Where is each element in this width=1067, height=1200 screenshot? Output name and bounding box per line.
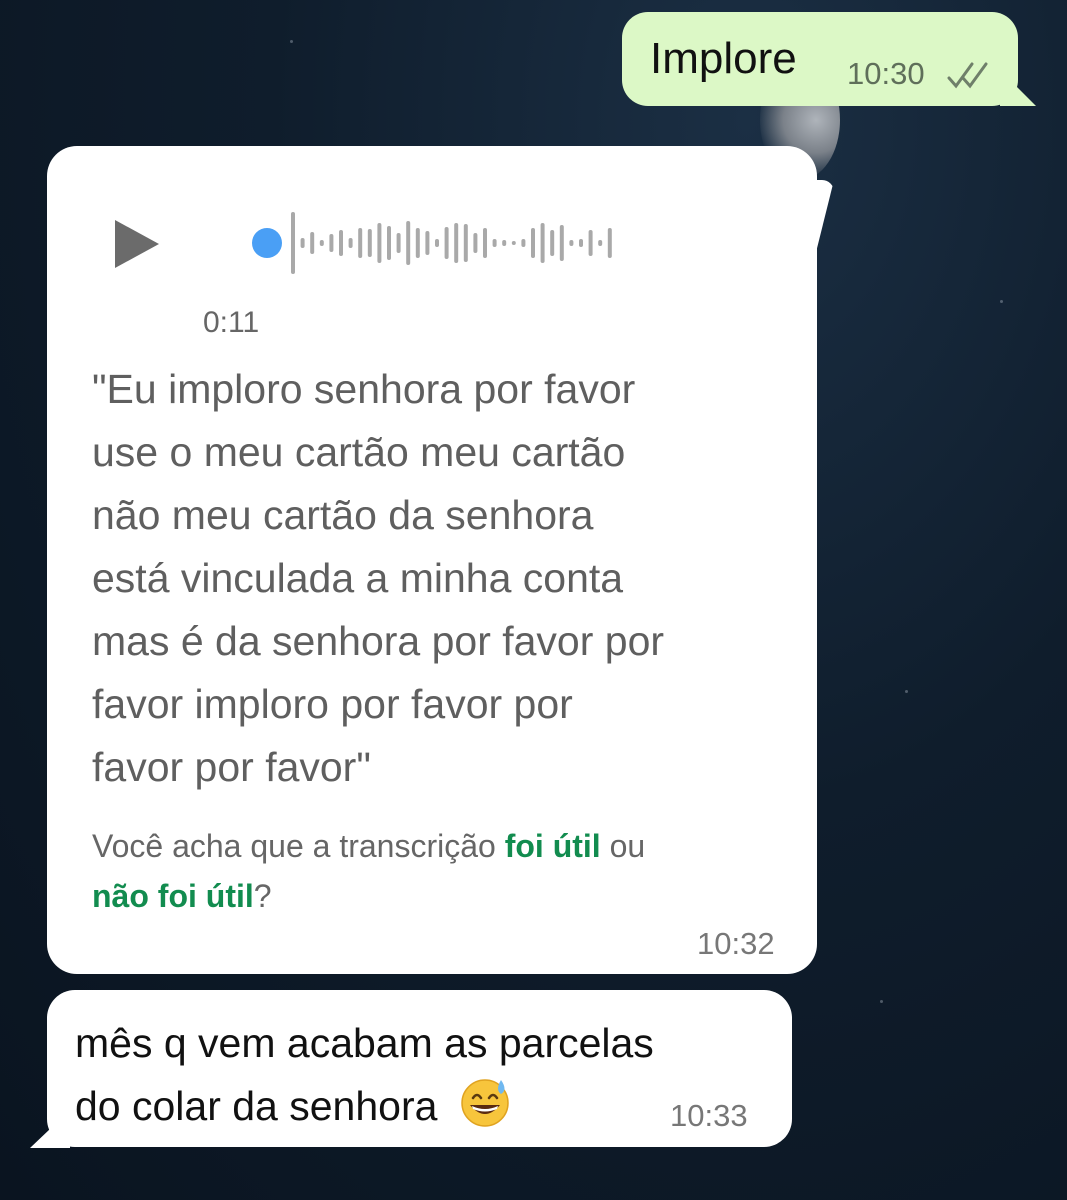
waveform-bar: [435, 239, 439, 247]
transcript-line: use o meu cartão meu cartão: [92, 429, 626, 475]
waveform-bar: [291, 212, 295, 274]
waveform-bar: [463, 224, 468, 262]
star: [905, 690, 908, 693]
waveform-bar: [598, 240, 603, 246]
transcript-line: "Eu imploro senhora por favor: [92, 366, 636, 412]
transcript-line: mas é da senhora por favor por: [92, 618, 665, 664]
waveform-bar: [396, 233, 401, 253]
waveform-bar: [607, 228, 612, 258]
waveform-bar: [310, 232, 315, 254]
message-text: mês q vem acabam as parcelas do colar da…: [75, 1012, 755, 1138]
waveform-bar: [348, 238, 353, 248]
waveform-bar: [588, 230, 593, 256]
feedback-prefix: Você acha que a transcrição: [92, 828, 505, 864]
message-text: Implore: [650, 34, 797, 83]
star: [1000, 300, 1003, 303]
message-time: 10:33: [670, 1098, 748, 1133]
waveform-bar: [300, 238, 305, 248]
waveform-bar: [502, 240, 507, 246]
waveform-bar: [559, 225, 564, 261]
waveform-bar: [319, 240, 324, 246]
incoming-message[interactable]: mês q vem acabam as parcelas do colar da…: [47, 990, 792, 1147]
waveform-bar: [521, 239, 526, 247]
waveform-bar: [367, 229, 372, 257]
waveform-bar: [444, 227, 449, 259]
feedback-suffix: ?: [253, 878, 272, 914]
waveform-bar: [339, 230, 343, 256]
waveform-bar: [511, 241, 516, 245]
grinning-sweat-emoji: [461, 1079, 509, 1127]
transcript-line: está vinculada a minha conta: [92, 555, 624, 601]
waveform-bar: [579, 239, 583, 247]
waveform-bar: [358, 228, 363, 258]
waveform-bar: [454, 223, 459, 263]
waveform-bar: [377, 223, 382, 263]
message-time: 10:30: [847, 56, 925, 91]
waveform-bar: [406, 221, 411, 265]
waveform-bar: [550, 230, 555, 256]
waveform-bar: [415, 228, 420, 258]
feedback-middle: ou: [600, 828, 646, 864]
waveform-bar: [540, 223, 545, 263]
transcript-line: não meu cartão da senhora: [92, 492, 594, 538]
playback-progress-dot[interactable]: [252, 228, 282, 258]
transcription-feedback: Você acha que a transcrição foi útil ou n…: [92, 821, 792, 921]
voice-duration: 0:11: [203, 306, 260, 339]
waveform-bar: [329, 234, 334, 252]
message-time: 10:32: [697, 926, 775, 961]
waveform-bar: [483, 228, 487, 258]
audio-waveform[interactable]: [197, 208, 617, 278]
message-line: do colar da senhora: [75, 1083, 438, 1129]
voice-message[interactable]: 0:11 "Eu imploro senhora por favor use o …: [47, 146, 817, 974]
star: [290, 40, 293, 43]
waveform-bar: [569, 240, 574, 246]
double-check-icon: [947, 62, 988, 89]
star: [880, 1000, 883, 1003]
feedback-useful-link[interactable]: foi útil: [505, 828, 601, 864]
transcript-line: favor imploro por favor por: [92, 681, 573, 727]
outgoing-message[interactable]: Implore 10:30: [622, 12, 1018, 106]
waveform-bar: [492, 239, 497, 247]
feedback-not-useful-link[interactable]: não foi útil: [92, 878, 254, 914]
voice-transcript: "Eu imploro senhora por favor use o meu c…: [92, 358, 792, 799]
transcript-line: favor por favor": [92, 744, 371, 790]
waveform-bar: [531, 228, 535, 258]
waveform-bar: [473, 233, 478, 253]
message-line: mês q vem acabam as parcelas: [75, 1020, 654, 1066]
waveform-bar: [425, 231, 430, 255]
waveform-bar: [387, 226, 391, 260]
play-icon[interactable]: [113, 218, 161, 270]
